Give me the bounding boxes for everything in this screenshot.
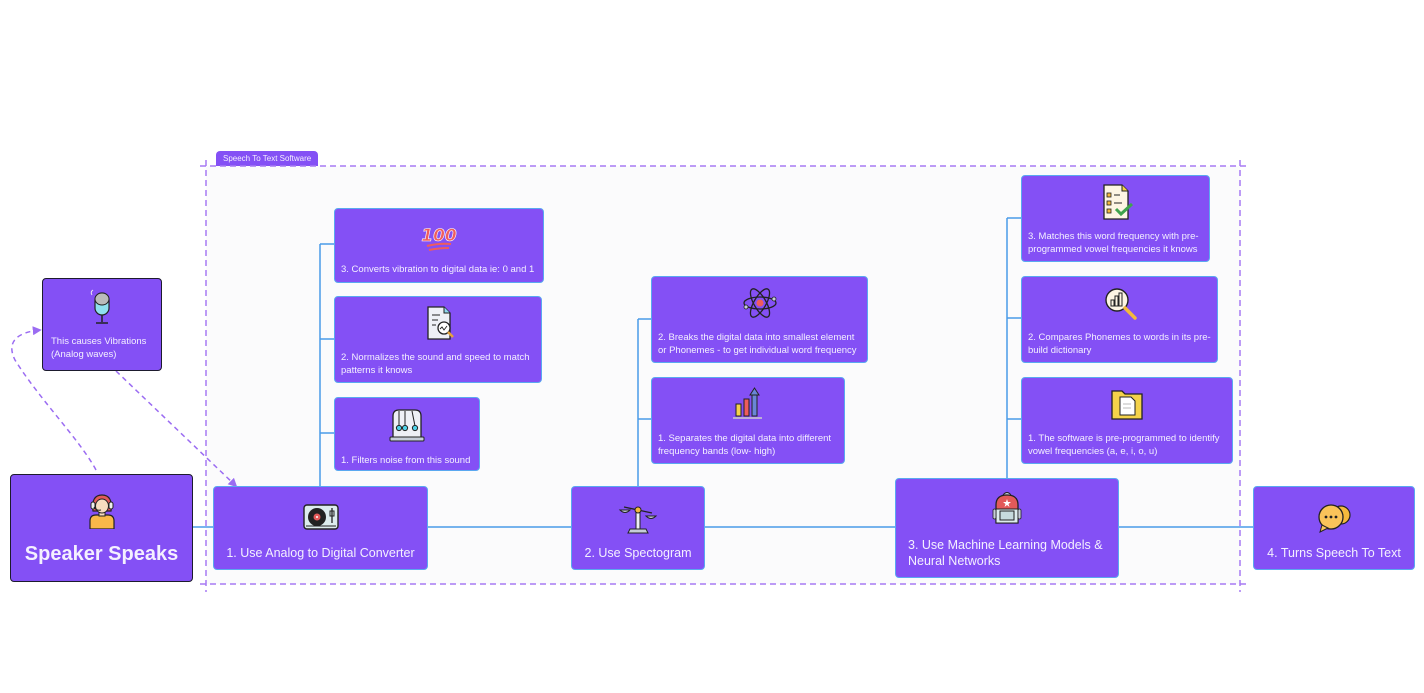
adc-branch-connector (319, 243, 335, 487)
adc-node-label: 1. Use Analog to Digital Converter (226, 546, 415, 560)
atom-icon (740, 283, 780, 323)
ml-node[interactable]: 3. Use Machine Learning Models & Neural … (895, 478, 1119, 578)
newtons-cradle-icon (387, 406, 427, 446)
hundred-points-icon: 100 (419, 217, 459, 257)
spectogram-step-2-node[interactable]: 2. Breaks the digital data into smallest… (651, 276, 868, 363)
chat-bubbles-icon (1314, 497, 1354, 537)
balance-scale-icon (618, 497, 658, 537)
vibrations-to-adc-arrow (115, 370, 238, 488)
search-chart-icon (1100, 283, 1140, 323)
vibrations-node-label: This causes Vibrations (Analog waves) (51, 336, 147, 360)
adc-node[interactable]: 1. Use Analog to Digital Converter (213, 486, 428, 570)
ml-node-label: 3. Use Machine Learning Models & Neural … (908, 538, 1103, 568)
spectogram-step-1-node[interactable]: 1. Separates the digital data into diffe… (651, 377, 845, 464)
output-node[interactable]: 4. Turns Speech To Text (1253, 486, 1415, 570)
headset-person-icon (82, 489, 122, 529)
spectogram-node-label: 2. Use Spectogram (584, 546, 692, 560)
document-analysis-icon (418, 303, 458, 343)
ml-step-1-node[interactable]: 1. The software is pre-programmed to ide… (1021, 377, 1233, 464)
ml-step-1-label: 1. The software is pre-programmed to ide… (1028, 433, 1220, 457)
ml-step-2-node[interactable]: 2. Compares Phonemes to words in its pre… (1021, 276, 1218, 363)
speaker-node-label: Speaker Speaks (24, 543, 179, 565)
bar-chart-growth-icon (728, 384, 768, 424)
output-node-label: 4. Turns Speech To Text (1267, 546, 1401, 560)
vibrations-node[interactable]: This causes Vibrations (Analog waves) (42, 278, 162, 371)
checklist-icon (1096, 182, 1136, 222)
adc-step-2-label: 2. Normalizes the sound and speed to mat… (341, 352, 530, 376)
spectogram-step-1-label: 1. Separates the digital data into diffe… (658, 433, 832, 457)
adc-step-1-node[interactable]: 1. Filters noise from this sound (334, 397, 480, 471)
speaker-node[interactable]: Speaker Speaks (10, 474, 193, 582)
ml-branch-connector (1006, 217, 1022, 478)
turntable-icon (301, 497, 341, 537)
ml-step-3-label: 3. Matches this word frequency with pre-… (1028, 231, 1199, 255)
spectogram-step-2-label: 2. Breaks the digital data into smallest… (658, 332, 857, 356)
adc-step-3-node[interactable]: 100 3. Converts vibration to digital dat… (334, 208, 544, 283)
folder-file-icon (1107, 384, 1147, 424)
microphone-icon (82, 289, 122, 329)
spectogram-branch-connector (637, 318, 652, 487)
ml-step-3-node[interactable]: 3. Matches this word frequency with pre-… (1021, 175, 1210, 262)
adc-step-3-label: 3. Converts vibration to digital data ie… (341, 264, 535, 275)
adc-step-2-node[interactable]: 2. Normalizes the sound and speed to mat… (334, 296, 542, 383)
ml-step-2-label: 2. Compares Phonemes to words in its pre… (1028, 332, 1211, 356)
adc-step-1-label: 1. Filters noise from this sound (341, 455, 471, 466)
backpack-icon (987, 489, 1027, 529)
spectogram-node[interactable]: 2. Use Spectogram (571, 486, 705, 570)
